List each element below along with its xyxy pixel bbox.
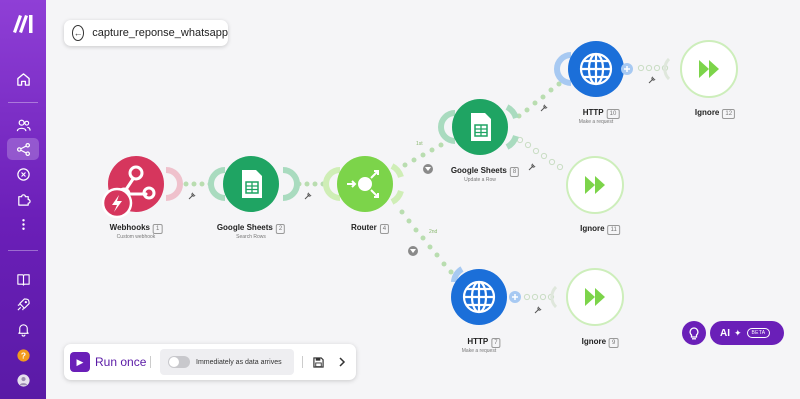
module-title: Ignore (581, 337, 607, 346)
module-number: 9 (609, 338, 619, 348)
ai-hint-button[interactable] (682, 321, 706, 345)
chevron-right-icon (339, 357, 346, 367)
module-subtitle: Make a request (461, 348, 497, 354)
sparkle-icon: ✦ (734, 327, 742, 338)
save-button[interactable] (310, 354, 326, 370)
lightbulb-icon (689, 326, 699, 339)
module-number: 2 (275, 224, 286, 234)
flow-diagram: 1st 2nd (101, 40, 738, 326)
module-http-bottom[interactable] (451, 266, 521, 325)
module-title: HTTP (582, 108, 604, 117)
module-number: 7 (491, 338, 501, 348)
filter-icon[interactable] (408, 246, 418, 256)
route-label: 1st (416, 141, 423, 147)
schedule-setting[interactable]: Immediately as data arrives (160, 349, 294, 375)
module-label: Google Sheets 8 (450, 166, 520, 177)
module-subtitle: Search Rows (236, 234, 266, 240)
module-subtitle: Update a Row (464, 177, 496, 183)
toolbar-divider (302, 356, 303, 368)
google-sheets-icon (471, 113, 491, 141)
module-title: HTTP (467, 337, 489, 346)
module-ignore-bottom[interactable] (550, 268, 624, 326)
wrench-icon[interactable] (304, 192, 312, 200)
module-webhooks[interactable] (101, 156, 183, 219)
module-google-sheets-update[interactable] (438, 99, 519, 155)
globe-icon (462, 280, 496, 314)
globe-icon (579, 52, 613, 86)
module-subtitle: Make a request (578, 119, 614, 125)
filter-icon[interactable] (423, 164, 433, 174)
wrench-icon[interactable] (188, 192, 196, 200)
module-title: Ignore (580, 224, 605, 233)
wrench-icon[interactable] (648, 76, 656, 84)
module-router[interactable] (323, 156, 404, 212)
beta-badge: BETA (746, 328, 771, 338)
module-number: 11 (607, 225, 620, 235)
module-label: HTTP 10 (583, 108, 620, 119)
module-number: 4 (379, 224, 390, 234)
save-icon (312, 356, 324, 368)
ai-label: AI (720, 327, 730, 339)
scenario-toolbar: ▶ Run once Immediately as data arrives (64, 344, 356, 380)
module-http-top[interactable] (554, 41, 633, 97)
wrench-icon[interactable] (534, 306, 542, 314)
module-title: Webhooks (109, 223, 150, 232)
module-number: 1 (152, 224, 163, 234)
module-title: Google Sheets (216, 223, 273, 232)
schedule-label: Immediately as data arrives (196, 358, 282, 366)
module-number: 10 (606, 109, 620, 119)
google-sheets-icon (242, 170, 262, 198)
expand-toolbar-button[interactable] (334, 354, 350, 370)
module-label: Webhooks 1 (110, 223, 163, 234)
toolbar-divider (150, 356, 151, 368)
module-label: Ignore 11 (580, 224, 620, 235)
run-once-button[interactable]: ▶ Run once (70, 350, 146, 374)
module-label: Ignore 9 (582, 337, 619, 348)
module-label: Router 4 (350, 223, 390, 234)
module-subtitle: Custom webhook (116, 234, 156, 240)
play-icon: ▶ (70, 352, 90, 372)
module-title: Router (350, 223, 377, 232)
module-google-sheets-search[interactable] (208, 156, 300, 212)
module-ignore-mid[interactable] (566, 156, 624, 214)
module-title: Google Sheets (450, 166, 507, 175)
wrench-icon[interactable] (540, 104, 548, 112)
schedule-toggle[interactable] (168, 356, 190, 368)
route-label: 2nd (429, 229, 438, 235)
scenario-editor: ? ← capture_reponse_whatsapp 1st 2nd Web… (0, 0, 800, 399)
module-ignore-top[interactable] (663, 40, 738, 98)
module-label: HTTP 7 (467, 337, 501, 348)
module-number: 12 (722, 109, 736, 119)
module-label: Google Sheets 2 (216, 223, 286, 234)
wrench-icon[interactable] (528, 163, 536, 171)
module-label: Ignore 12 (694, 108, 736, 119)
run-once-label: Run once (95, 355, 147, 369)
module-number: 8 (509, 167, 520, 177)
module-title: Ignore (694, 108, 720, 117)
ai-assistant-button[interactable]: AI ✦ BETA (710, 321, 784, 345)
